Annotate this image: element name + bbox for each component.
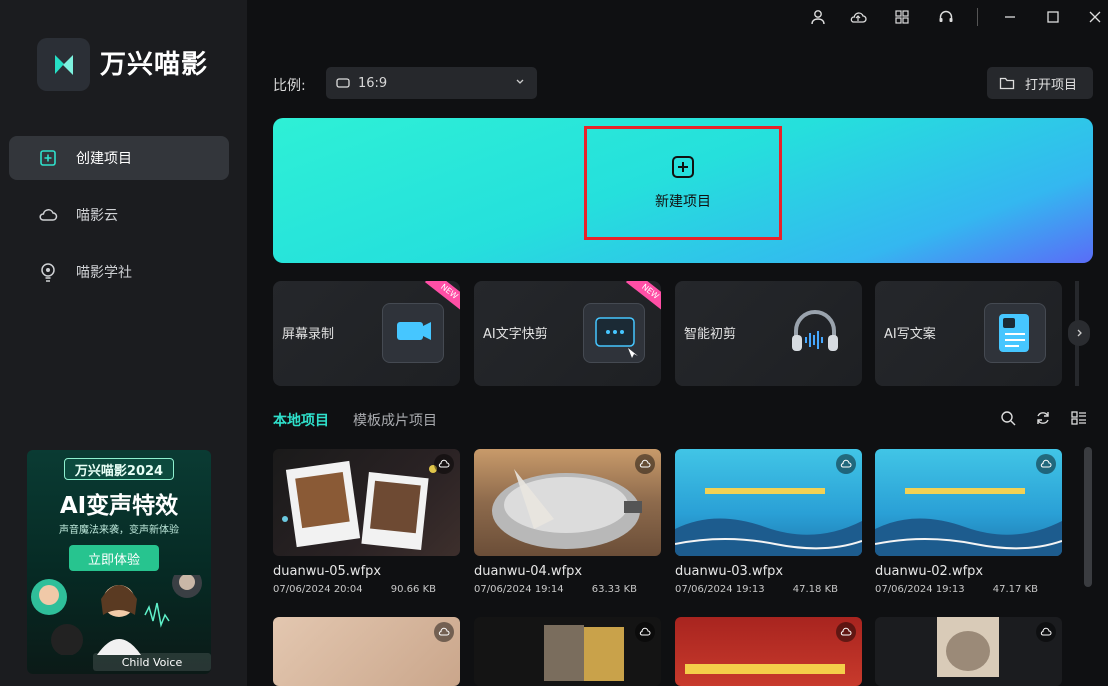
cloud-upload-icon[interactable] [1036,454,1056,474]
feature-label: AI文字快剪 [483,327,548,342]
feature-card-screen-record[interactable]: 屏幕录制 NEW [273,281,460,386]
ratio-select[interactable]: 16:9 [326,67,537,99]
open-project-button[interactable]: 打开项目 [987,67,1093,99]
project-size: 47.17 KB [992,584,1038,595]
project-card[interactable]: duanwu-05.wfpx 07/06/2024 20:04 90.66 KB [273,449,460,595]
open-project-label: 打开项目 [1025,77,1078,93]
add-file-icon [37,147,59,169]
project-thumbnail [474,617,661,686]
project-card[interactable]: duanwu-04.wfpx 07/06/2024 19:14 63.33 KB [474,449,661,595]
project-card[interactable]: duanwu-02.wfpx 07/06/2024 19:13 47.17 KB [875,449,1062,595]
project-thumbnail [675,617,862,686]
ai-writing-icon [984,303,1046,363]
lightbulb-icon [37,261,59,283]
feature-card-ai-text-cut[interactable]: AI文字快剪 NEW [474,281,661,386]
project-card[interactable] [675,617,862,686]
sidebar-item-label: 喵影云 [76,208,118,224]
project-name: duanwu-04.wfpx [474,564,583,579]
cloud-upload-icon[interactable] [434,622,454,642]
app-title: 万兴喵影 [100,50,209,80]
project-card[interactable]: duanwu-03.wfpx 07/06/2024 19:13 47.18 KB [675,449,862,595]
headset-icon[interactable] [936,7,956,27]
project-date: 07/06/2024 19:13 [875,584,965,595]
promo-voice-label: Child Voice [93,653,211,671]
sidebar-item-create[interactable]: 创建项目 [9,136,229,180]
tab-local-projects[interactable]: 本地项目 [273,410,329,430]
new-project-label: 新建项目 [655,194,711,210]
project-date: 07/06/2024 19:14 [474,584,564,595]
cloud-upload-icon[interactable] [836,454,856,474]
project-list-scrollbar[interactable] [1084,447,1092,587]
project-card[interactable] [474,617,661,686]
apps-grid-icon[interactable] [892,7,912,27]
maximize-icon[interactable] [1043,7,1063,27]
ratio-label: 比例: [273,78,306,94]
project-name: duanwu-02.wfpx [875,564,984,579]
project-card[interactable] [875,617,1062,686]
cloud-upload-icon[interactable] [1036,622,1056,642]
app-window: 万兴喵影 创建项目 喵影云 喵影学社 万兴喵影2024 AI变声特效 声音魔法来… [0,0,1108,686]
project-thumbnail [273,617,460,686]
project-card[interactable] [273,617,460,686]
promo-illustration [31,575,202,655]
aspect-ratio-icon [336,78,350,88]
project-size: 90.66 KB [390,584,436,595]
feature-label: AI写文案 [884,327,936,342]
project-thumbnail [875,449,1062,556]
sidebar: 万兴喵影 创建项目 喵影云 喵影学社 万兴喵影2024 AI变声特效 声音魔法来… [0,0,247,686]
cloud-sync-icon[interactable] [848,7,868,27]
chevron-down-icon [515,75,525,90]
feature-card-ai-copywriting[interactable]: AI写文案 [875,281,1062,386]
project-size: 63.33 KB [591,584,637,595]
sidebar-item-cloud[interactable]: 喵影云 [9,193,229,237]
app-logo [37,38,90,91]
project-name: duanwu-05.wfpx [273,564,382,579]
list-view-icon[interactable] [1069,408,1089,428]
project-thumbnail [875,617,1062,686]
project-size: 47.18 KB [792,584,838,595]
project-thumbnail [273,449,460,556]
project-date: 07/06/2024 20:04 [273,584,363,595]
user-icon[interactable] [808,7,828,27]
voice-label-text: Child Voice [121,655,183,669]
project-thumbnail [474,449,661,556]
cloud-upload-icon[interactable] [434,454,454,474]
text-cut-icon [583,303,645,363]
promo-try-button[interactable]: 立即体验 [69,545,159,571]
feature-label: 智能初剪 [684,327,737,342]
project-date: 07/06/2024 19:13 [675,584,765,595]
feature-card-smart-cut[interactable]: 智能初剪 [675,281,862,386]
folder-icon [999,76,1015,90]
cloud-upload-icon[interactable] [635,622,655,642]
sidebar-item-label: 创建项目 [76,151,132,167]
promo-tag: 万兴喵影2024 [64,458,174,480]
chevron-right-icon [1074,328,1084,338]
plus-icon [671,155,695,179]
sidebar-item-label: 喵影学社 [76,265,132,281]
cloud-icon [37,204,59,226]
promo-title: AI变声特效 [59,493,179,519]
close-icon[interactable] [1085,7,1105,27]
cloud-upload-icon[interactable] [635,454,655,474]
tab-template-projects[interactable]: 模板成片项目 [353,410,437,430]
promo-subtitle: 声音魔法来袭，变声新体验 [59,525,179,536]
project-name: duanwu-03.wfpx [675,564,784,579]
search-icon[interactable] [998,408,1018,428]
titlebar-divider [977,8,978,26]
headphones-icon [784,303,846,363]
new-project-button[interactable]: 新建项目 [584,126,782,240]
project-thumbnail [675,449,862,556]
promo-banner[interactable]: 万兴喵影2024 AI变声特效 声音魔法来袭，变声新体验 立即体验 Child … [27,450,211,674]
sidebar-item-academy[interactable]: 喵影学社 [9,250,229,294]
screen-record-icon [382,303,444,363]
refresh-icon[interactable] [1033,408,1053,428]
cards-next-button[interactable] [1068,320,1090,346]
cloud-upload-icon[interactable] [836,622,856,642]
ratio-value: 16:9 [358,75,388,91]
feature-label: 屏幕录制 [282,327,335,342]
minimize-icon[interactable] [1000,7,1020,27]
